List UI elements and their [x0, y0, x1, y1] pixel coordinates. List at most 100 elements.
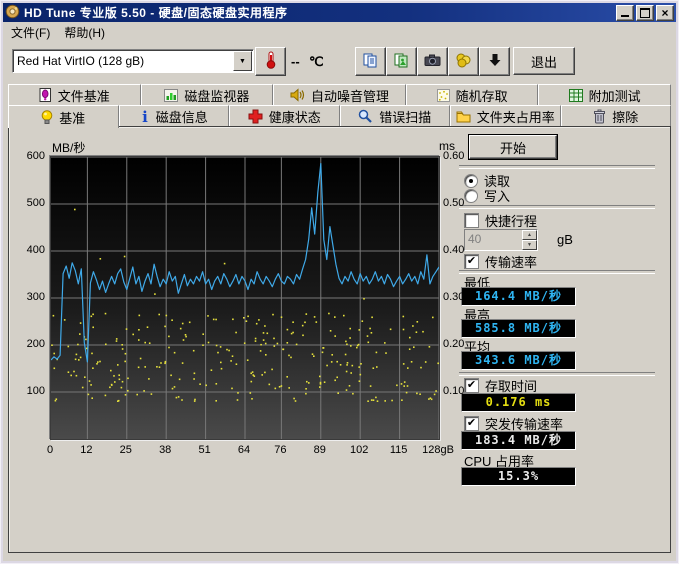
- tab-row-secondary: 文件基准 磁盘监视器 自动噪音管理 随机存取 附加测试: [8, 84, 671, 105]
- write-radio-label: 写入: [484, 186, 510, 205]
- x-axis-tick: 76: [260, 444, 300, 456]
- start-button-label: 开始: [500, 138, 526, 157]
- x-axis-tick: 115: [379, 444, 419, 456]
- tab-health[interactable]: 健康状态: [229, 105, 340, 126]
- right-axis-tick: 0.30: [443, 291, 477, 303]
- download-button[interactable]: [479, 47, 510, 76]
- tab-label: 基准: [59, 108, 85, 127]
- spin-down-icon[interactable]: ▼: [522, 240, 537, 250]
- tab-label: 随机存取: [456, 86, 508, 105]
- x-axis-tick: 128gB: [418, 444, 458, 456]
- tab-noise-management[interactable]: 自动噪音管理: [273, 84, 406, 105]
- right-axis-tick: 0.40: [443, 244, 477, 256]
- checkbox-checked-icon: ✔: [464, 416, 479, 431]
- exit-button-label: 退出: [531, 52, 557, 71]
- transfer-rate-label: 传输速率: [485, 252, 537, 271]
- menu-help[interactable]: 帮助(H): [57, 23, 112, 42]
- tab-disk-info[interactable]: i 磁盘信息: [119, 105, 230, 126]
- benchmark-page: MB/秒 ms 开始 读取: [8, 126, 671, 553]
- tab-random-access[interactable]: 随机存取: [406, 84, 539, 105]
- tab-label: 自动噪音管理: [311, 86, 389, 105]
- x-axis-tick: 38: [145, 444, 185, 456]
- tab-disk-monitor[interactable]: 磁盘监视器: [141, 84, 274, 105]
- checkbox-unchecked-icon: [464, 213, 479, 228]
- random-access-icon: [437, 89, 450, 102]
- toolbar: Red Hat VirtIO (128 gB) ▼ -- ℃: [4, 41, 675, 81]
- coins-icon: [455, 52, 472, 71]
- maximize-button[interactable]: [636, 5, 654, 21]
- right-axis-tick: 0.50: [443, 197, 477, 209]
- health-cross-icon: [248, 109, 263, 124]
- app-window: HD Tune 专业版 5.50 - 硬盘/固态硬盘实用程序 × 文件(F) 帮…: [0, 0, 679, 564]
- extra-tests-icon: [569, 89, 583, 102]
- minimize-button[interactable]: [616, 5, 634, 21]
- tab-label: 附加测试: [589, 86, 641, 105]
- separator: [459, 205, 655, 209]
- spin-up-icon[interactable]: ▲: [522, 230, 537, 240]
- tab-erase[interactable]: 擦除: [561, 105, 672, 126]
- x-axis-tick: 51: [185, 444, 225, 456]
- cpu-usage-display: 15.3%: [461, 467, 576, 486]
- x-axis-tick: 0: [30, 444, 70, 456]
- close-icon: ×: [661, 7, 668, 19]
- right-axis-tick: 0.20: [443, 338, 477, 350]
- info-icon: i: [140, 109, 150, 124]
- tab-label: 磁盘信息: [156, 107, 208, 126]
- short-stroke-checkbox[interactable]: 快捷行程: [464, 211, 537, 230]
- close-button[interactable]: ×: [656, 5, 674, 21]
- temperature-value: --: [291, 54, 300, 69]
- thermometer-icon: [262, 50, 279, 73]
- copy-image-icon: [393, 52, 410, 72]
- temperature-unit: ℃: [309, 54, 324, 70]
- menu-file[interactable]: 文件(F): [4, 23, 57, 42]
- left-axis-tick: 500: [11, 197, 45, 209]
- left-axis-unit-label: MB/秒: [52, 139, 85, 156]
- avg-value-display: 343.6 MB/秒: [461, 351, 576, 370]
- short-stroke-unit: gB: [557, 232, 573, 247]
- burst-rate-display: 183.4 MB/秒: [461, 431, 576, 450]
- drive-select[interactable]: Red Hat VirtIO (128 gB) ▼: [12, 49, 254, 73]
- left-axis-tick: 400: [11, 244, 45, 256]
- right-axis-tick: 0.10: [443, 385, 477, 397]
- left-axis-tick: 200: [11, 338, 45, 350]
- access-time-display: 0.176 ms: [461, 393, 576, 412]
- left-axis-tick: 100: [11, 385, 45, 397]
- purchase-button[interactable]: [448, 47, 479, 76]
- tab-benchmark[interactable]: 基准: [8, 105, 119, 128]
- window-title: HD Tune 专业版 5.50 - 硬盘/固态硬盘实用程序: [24, 4, 614, 21]
- copy-button[interactable]: [355, 47, 386, 76]
- left-axis-tick: 300: [11, 291, 45, 303]
- temperature-button[interactable]: [255, 47, 286, 76]
- tab-label: 文件夹占用率: [477, 107, 555, 126]
- app-icon: [5, 4, 20, 22]
- tab-label: 错误扫描: [379, 107, 431, 126]
- chevron-down-icon[interactable]: ▼: [233, 51, 252, 71]
- x-axis-tick: 12: [66, 444, 106, 456]
- screenshot-button[interactable]: [417, 47, 448, 76]
- folder-icon: [456, 110, 471, 123]
- start-button[interactable]: 开始: [469, 135, 557, 159]
- x-axis-tick: 102: [339, 444, 379, 456]
- exit-button[interactable]: 退出: [513, 47, 575, 75]
- tab-label: 擦除: [612, 107, 638, 126]
- tab-label: 健康状态: [269, 107, 321, 126]
- tab-extra-tests[interactable]: 附加测试: [538, 84, 671, 105]
- minimize-icon: [621, 15, 629, 17]
- tab-label: 文件基准: [58, 86, 110, 105]
- x-axis-tick: 89: [300, 444, 340, 456]
- tab-folder-usage[interactable]: 文件夹占用率: [450, 105, 561, 126]
- benchmark-plot: [50, 156, 440, 440]
- tab-error-scan[interactable]: 错误扫描: [340, 105, 451, 126]
- max-value-display: 585.8 MB/秒: [461, 319, 576, 338]
- copy-icon: [362, 52, 379, 72]
- download-icon: [487, 52, 503, 71]
- speaker-icon: [290, 88, 305, 102]
- svg-text:i: i: [142, 109, 148, 124]
- short-stroke-label: 快捷行程: [485, 211, 537, 230]
- tab-label: 磁盘监视器: [184, 86, 249, 105]
- separator: [459, 165, 655, 169]
- copy-image-button[interactable]: [386, 47, 417, 76]
- tab-file-benchmark[interactable]: 文件基准: [8, 84, 141, 105]
- checkbox-checked-icon: ✔: [464, 254, 479, 269]
- camera-icon: [424, 52, 442, 71]
